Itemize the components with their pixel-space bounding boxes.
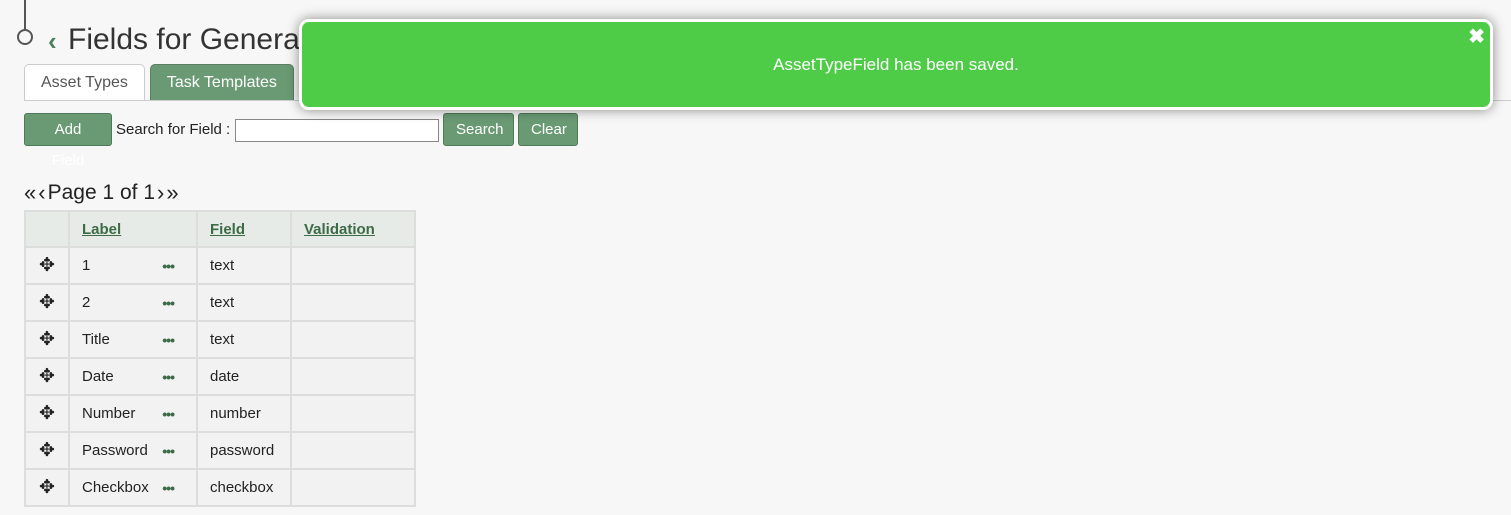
row-field: text bbox=[196, 246, 292, 285]
row-validation bbox=[290, 394, 416, 433]
prev-page-icon[interactable]: ‹ bbox=[38, 180, 45, 206]
row-label: Checkbox bbox=[82, 479, 149, 496]
drag-handle-icon[interactable]: ✥ bbox=[39, 329, 55, 350]
header-label: Label bbox=[68, 210, 198, 248]
table-header-row: Label Field Validation bbox=[24, 210, 416, 248]
table-row: ✥ 1 ••• text bbox=[24, 246, 416, 285]
sort-field-link[interactable]: Field bbox=[210, 221, 245, 238]
more-options-icon[interactable]: ••• bbox=[162, 406, 175, 422]
row-validation bbox=[290, 468, 416, 507]
drag-handle-icon[interactable]: ✥ bbox=[39, 403, 55, 424]
drag-handle-icon[interactable]: ✥ bbox=[39, 255, 55, 276]
clear-button[interactable]: Clear bbox=[518, 113, 578, 146]
success-toast: AssetTypeField has been saved. ✖ bbox=[299, 19, 1493, 110]
header-drag-col bbox=[24, 210, 70, 248]
row-validation bbox=[290, 357, 416, 396]
row-field: password bbox=[196, 431, 292, 470]
search-button[interactable]: Search bbox=[443, 113, 514, 146]
row-field: checkbox bbox=[196, 468, 292, 507]
row-validation bbox=[290, 431, 416, 470]
tab-asset-types[interactable]: Asset Types bbox=[24, 64, 145, 101]
row-label: 1 bbox=[82, 257, 91, 274]
row-label: Date bbox=[82, 368, 114, 385]
chevron-left-icon[interactable]: ‹ bbox=[48, 26, 57, 56]
sort-validation-link[interactable]: Validation bbox=[304, 221, 375, 238]
more-options-icon[interactable]: ••• bbox=[162, 480, 175, 496]
page-indicator: Page 1 of 1 bbox=[47, 181, 155, 204]
drag-handle-icon[interactable]: ✥ bbox=[39, 440, 55, 461]
timeline-dot bbox=[17, 29, 33, 45]
row-field: date bbox=[196, 357, 292, 396]
more-options-icon[interactable]: ••• bbox=[162, 369, 175, 385]
row-label: Title bbox=[82, 331, 110, 348]
table-row: ✥ Checkbox ••• checkbox bbox=[24, 468, 416, 507]
row-label: 2 bbox=[82, 294, 91, 311]
timeline-line bbox=[24, 0, 26, 30]
tab-bar: Asset Types Task Templates bbox=[24, 64, 294, 101]
row-field: text bbox=[196, 320, 292, 359]
row-label: Number bbox=[82, 405, 136, 422]
row-label: Password bbox=[82, 442, 148, 459]
pager: « ‹ Page 1 of 1 › » bbox=[24, 180, 179, 206]
row-field: number bbox=[196, 394, 292, 433]
row-field: text bbox=[196, 283, 292, 322]
close-icon[interactable]: ✖ bbox=[1468, 24, 1485, 49]
table-row: ✥ Number ••• number bbox=[24, 394, 416, 433]
search-label: Search for Field : bbox=[116, 121, 231, 138]
row-validation bbox=[290, 283, 416, 322]
tab-task-templates[interactable]: Task Templates bbox=[149, 64, 294, 101]
drag-handle-icon[interactable]: ✥ bbox=[39, 477, 55, 498]
table-row: ✥ 2 ••• text bbox=[24, 283, 416, 322]
last-page-icon[interactable]: » bbox=[166, 180, 178, 206]
header-field: Field bbox=[196, 210, 292, 248]
more-options-icon[interactable]: ••• bbox=[162, 258, 175, 274]
more-options-icon[interactable]: ••• bbox=[162, 332, 175, 348]
drag-handle-icon[interactable]: ✥ bbox=[39, 292, 55, 313]
first-page-icon[interactable]: « bbox=[24, 180, 36, 206]
table-row: ✥ Password ••• password bbox=[24, 431, 416, 470]
row-validation bbox=[290, 320, 416, 359]
table-row: ✥ Title ••• text bbox=[24, 320, 416, 359]
more-options-icon[interactable]: ••• bbox=[162, 443, 175, 459]
drag-handle-icon[interactable]: ✥ bbox=[39, 366, 55, 387]
table-row: ✥ Date ••• date bbox=[24, 357, 416, 396]
header-validation: Validation bbox=[290, 210, 416, 248]
more-options-icon[interactable]: ••• bbox=[162, 295, 175, 311]
fields-table: Label Field Validation ✥ 1 ••• text ✥ 2 ••… bbox=[24, 210, 416, 507]
add-field-button[interactable]: Add Field bbox=[24, 113, 112, 169]
row-validation bbox=[290, 246, 416, 285]
toast-message: AssetTypeField has been saved. bbox=[773, 55, 1019, 74]
search-input[interactable] bbox=[235, 119, 439, 142]
page-title: Fields for Generato bbox=[68, 23, 325, 56]
sort-label-link[interactable]: Label bbox=[82, 221, 121, 238]
next-page-icon[interactable]: › bbox=[157, 180, 164, 206]
